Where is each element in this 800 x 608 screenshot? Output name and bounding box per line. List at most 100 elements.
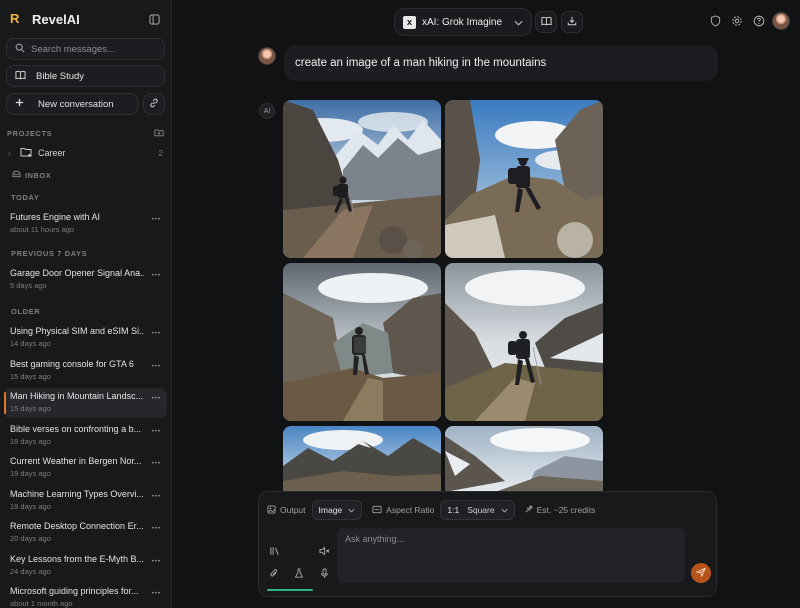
- main-panel: x xAI: Grok Imagine create an image of a…: [172, 0, 800, 608]
- ai-avatar: AI: [259, 103, 275, 119]
- conversation-item[interactable]: Machine Learning Types Overvi... 19 days …: [4, 486, 167, 516]
- chevron-right-icon: ›: [8, 148, 11, 158]
- user-message: create an image of a man hiking in the m…: [284, 45, 718, 81]
- conversation-time: about 11 hours ago: [10, 225, 75, 234]
- conversation-item[interactable]: Best gaming console for GTA 6 15 days ago…: [4, 356, 167, 386]
- generated-image-2[interactable]: [445, 100, 603, 258]
- library-icon[interactable]: [267, 544, 281, 558]
- add-folder-icon[interactable]: [154, 128, 164, 139]
- generated-image-1[interactable]: [283, 100, 441, 258]
- search-box[interactable]: [6, 38, 165, 60]
- more-options-icon[interactable]: •••: [152, 273, 161, 279]
- conversation-title: Man Hiking in Mountain Landsc...: [10, 391, 144, 401]
- message-input-area[interactable]: [337, 528, 685, 583]
- folder-icon: [20, 147, 32, 159]
- chevron-down-icon: [514, 13, 523, 31]
- search-input[interactable]: [31, 43, 151, 55]
- conversation-item[interactable]: Current Weather in Bergen Nor... 19 days …: [4, 453, 167, 483]
- new-conversation-button[interactable]: New conversation: [6, 93, 138, 115]
- message-user-avatar: [258, 47, 276, 65]
- app-name: RevelAI: [32, 11, 80, 27]
- library-button[interactable]: [535, 11, 557, 33]
- conversation-time: 15 days ago: [10, 404, 51, 413]
- pinned-bible-study[interactable]: Bible Study: [6, 65, 165, 87]
- conversation-time: 18 days ago: [10, 436, 51, 446]
- generated-image-4[interactable]: [445, 263, 603, 421]
- send-button[interactable]: [691, 563, 711, 583]
- conversation-item[interactable]: Garage Door Opener Signal Ana... 5 days a…: [4, 265, 167, 295]
- conversation-item[interactable]: Microsoft guiding principles for... about…: [4, 583, 167, 608]
- message-input[interactable]: [337, 528, 685, 583]
- search-icon: [15, 40, 25, 58]
- shield-icon[interactable]: [708, 14, 722, 28]
- more-options-icon[interactable]: •••: [152, 364, 161, 370]
- conversation-title: Microsoft guiding principles for...: [10, 586, 139, 596]
- inbox-icon: [12, 170, 21, 180]
- send-icon: [695, 564, 707, 582]
- model-selector[interactable]: x xAI: Grok Imagine: [394, 8, 532, 36]
- paperclip-icon[interactable]: [267, 566, 281, 580]
- conversation-item[interactable]: Man Hiking in Mountain Landsc... 15 days …: [4, 388, 167, 418]
- output-icon: [267, 504, 276, 516]
- download-icon: [567, 13, 577, 31]
- open-book-icon: [540, 13, 552, 31]
- link-icon: [149, 95, 159, 113]
- conversation-time: 15 days ago: [10, 371, 51, 381]
- more-options-icon[interactable]: •••: [152, 331, 161, 337]
- link-button[interactable]: [143, 93, 165, 115]
- user-avatar[interactable]: [772, 12, 790, 30]
- aspect-ratio-icon: [372, 505, 382, 516]
- conversation-time: about 1 month ago: [10, 599, 73, 608]
- conversation-title: Using Physical SIM and eSIM Si...: [10, 326, 144, 336]
- generated-image-5[interactable]: [283, 426, 441, 492]
- more-options-icon[interactable]: •••: [152, 461, 161, 467]
- aspect-ratio-value: 1:1: [447, 505, 460, 515]
- generated-image-6[interactable]: [445, 426, 603, 492]
- user-message-text: create an image of a man hiking in the m…: [295, 57, 547, 69]
- speaker-mute-icon[interactable]: [317, 544, 331, 558]
- more-options-icon[interactable]: •••: [152, 526, 161, 532]
- flask-icon[interactable]: [292, 566, 306, 580]
- more-options-icon[interactable]: •••: [152, 494, 161, 500]
- output-dropdown[interactable]: Image: [311, 500, 363, 520]
- more-options-icon[interactable]: •••: [152, 591, 161, 597]
- credits-estimate: Est. ~25 credits: [536, 505, 596, 515]
- conversation-title: Garage Door Opener Signal Ana...: [10, 268, 144, 278]
- inbox-label: INBOX: [25, 170, 52, 180]
- conversation-title: Current Weather in Bergen Nor...: [10, 456, 142, 466]
- more-options-icon[interactable]: •••: [152, 217, 161, 223]
- revelai-logo: R: [10, 11, 20, 26]
- help-icon[interactable]: [752, 14, 766, 28]
- aspect-ratio-dropdown[interactable]: 1:1 Square: [440, 500, 515, 520]
- conversation-time: 20 days ago: [10, 534, 51, 543]
- more-options-icon[interactable]: •••: [152, 396, 161, 402]
- conversation-item[interactable]: Using Physical SIM and eSIM Si... 14 days…: [4, 323, 167, 353]
- conversation-list: TODAY Futures Engine with AI about 11 hour…: [0, 193, 171, 608]
- generated-image-3[interactable]: [283, 263, 441, 421]
- conversation-title: Bible verses on confronting a b...: [10, 423, 142, 434]
- conversation-item[interactable]: Remote Desktop Connection Er... 20 days a…: [4, 518, 167, 548]
- conversation-item[interactable]: Futures Engine with AI about 11 hours ago…: [4, 209, 167, 239]
- conversation-item[interactable]: Key Lessons from the E-Myth B... 24 days …: [4, 551, 167, 581]
- chevron-down-icon: [348, 505, 355, 515]
- more-options-icon[interactable]: •••: [152, 429, 161, 435]
- inbox-header[interactable]: INBOX: [0, 169, 171, 181]
- conversation-title: Machine Learning Types Overvi...: [10, 488, 144, 499]
- composer: Output Image Aspect Ratio 1:1 Square Est…: [258, 491, 717, 597]
- group-header: PREVIOUS 7 DAYS: [11, 249, 88, 258]
- conversation-title: Best gaming console for GTA 6: [10, 358, 134, 369]
- more-options-icon[interactable]: •••: [152, 559, 161, 565]
- sidebar: R RevelAI Bible Study New conversat: [0, 0, 172, 608]
- gear-icon[interactable]: [730, 14, 744, 28]
- sidebar-collapse-icon[interactable]: [147, 12, 161, 26]
- projects-label: PROJECTS: [7, 128, 53, 138]
- project-count: 2: [158, 148, 163, 158]
- download-button[interactable]: [561, 11, 583, 33]
- new-conversation-label: New conversation: [38, 98, 114, 110]
- conversation-title: Key Lessons from the E-Myth B...: [10, 553, 144, 564]
- active-tab-indicator: [267, 589, 313, 591]
- microphone-icon[interactable]: [317, 566, 331, 580]
- conversation-time: 24 days ago: [10, 566, 51, 576]
- conversation-item[interactable]: Bible verses on confronting a b... 18 day…: [4, 421, 167, 451]
- project-career[interactable]: › Career 2: [0, 145, 171, 161]
